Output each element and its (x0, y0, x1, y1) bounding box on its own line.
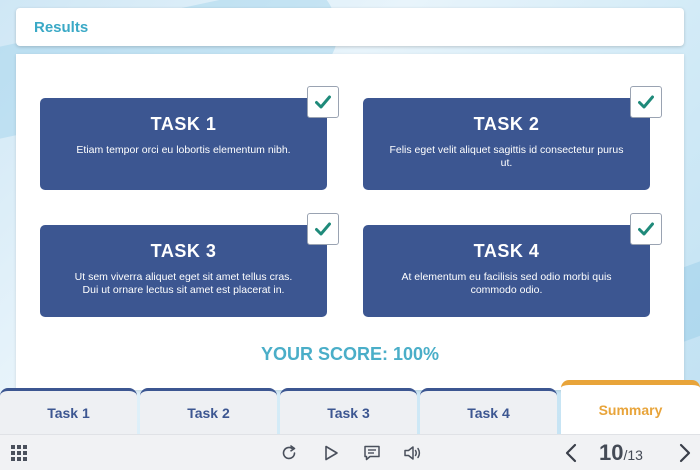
transcript-button[interactable] (362, 443, 382, 463)
next-slide-button[interactable] (675, 443, 695, 463)
score-label: YOUR SCORE: 100% (260, 344, 440, 364)
tab-task-2[interactable]: Task 2 (140, 388, 277, 434)
prev-arrow-icon (565, 443, 577, 463)
tab-summary[interactable]: Summary (561, 380, 700, 434)
task-description: At elementum eu facilisis sed odio morbi… (401, 271, 612, 296)
grid-menu-button[interactable] (9, 443, 29, 463)
task-title: TASK 2 (473, 114, 540, 134)
player-toolbar: 10/13 (0, 434, 700, 470)
page-counter: 10/13 (599, 440, 643, 466)
page-title: Results (34, 19, 89, 36)
checkmark-icon (315, 95, 331, 109)
page-current: 10 (599, 440, 624, 465)
tab-task-3[interactable]: Task 3 (280, 388, 417, 434)
tab-task-4[interactable]: Task 4 (420, 388, 557, 434)
replay-button[interactable] (279, 443, 299, 463)
task-title: TASK 3 (150, 241, 217, 261)
task-complete-checkbox (630, 86, 662, 118)
task-complete-checkbox (307, 86, 339, 118)
page-total: /13 (623, 447, 643, 463)
volume-icon (404, 446, 421, 460)
task-description: Ut sem viverra aliquet eget sit amet tel… (74, 271, 293, 296)
checkmark-icon (638, 95, 654, 109)
task-card-3: TASK 3 Ut sem viverra aliquet eget sit a… (40, 213, 339, 317)
results-panel: TASK 1 Etiam tempor orci eu lobortis ele… (16, 54, 684, 390)
replay-icon (282, 445, 296, 460)
task-title: TASK 1 (150, 114, 217, 134)
tab-task-1[interactable]: Task 1 (0, 388, 137, 434)
task-title: TASK 4 (473, 241, 540, 261)
transcript-icon (364, 445, 380, 461)
task-description: Felis eget velit aliquet sagittis id con… (389, 144, 624, 169)
task-card-4: TASK 4 At elementum eu facilisis sed odi… (363, 213, 662, 317)
task-complete-checkbox (630, 213, 662, 245)
play-icon (325, 445, 338, 461)
volume-button[interactable] (403, 443, 423, 463)
task-description: Etiam tempor orci eu lobortis elementum … (76, 144, 291, 156)
grid-menu-icon (11, 445, 27, 461)
task-complete-checkbox (307, 213, 339, 245)
play-button[interactable] (321, 443, 341, 463)
tab-bar: Task 1 Task 2 Task 3 Task 4 Summary (0, 380, 700, 434)
checkmark-icon (315, 222, 331, 236)
checkmark-icon (638, 222, 654, 236)
header-bar: Results (16, 8, 684, 46)
next-arrow-icon (679, 443, 691, 463)
task-card-1: TASK 1 Etiam tempor orci eu lobortis ele… (40, 86, 339, 190)
task-card-2: TASK 2 Felis eget velit aliquet sagittis… (363, 86, 662, 190)
prev-slide-button[interactable] (561, 443, 581, 463)
